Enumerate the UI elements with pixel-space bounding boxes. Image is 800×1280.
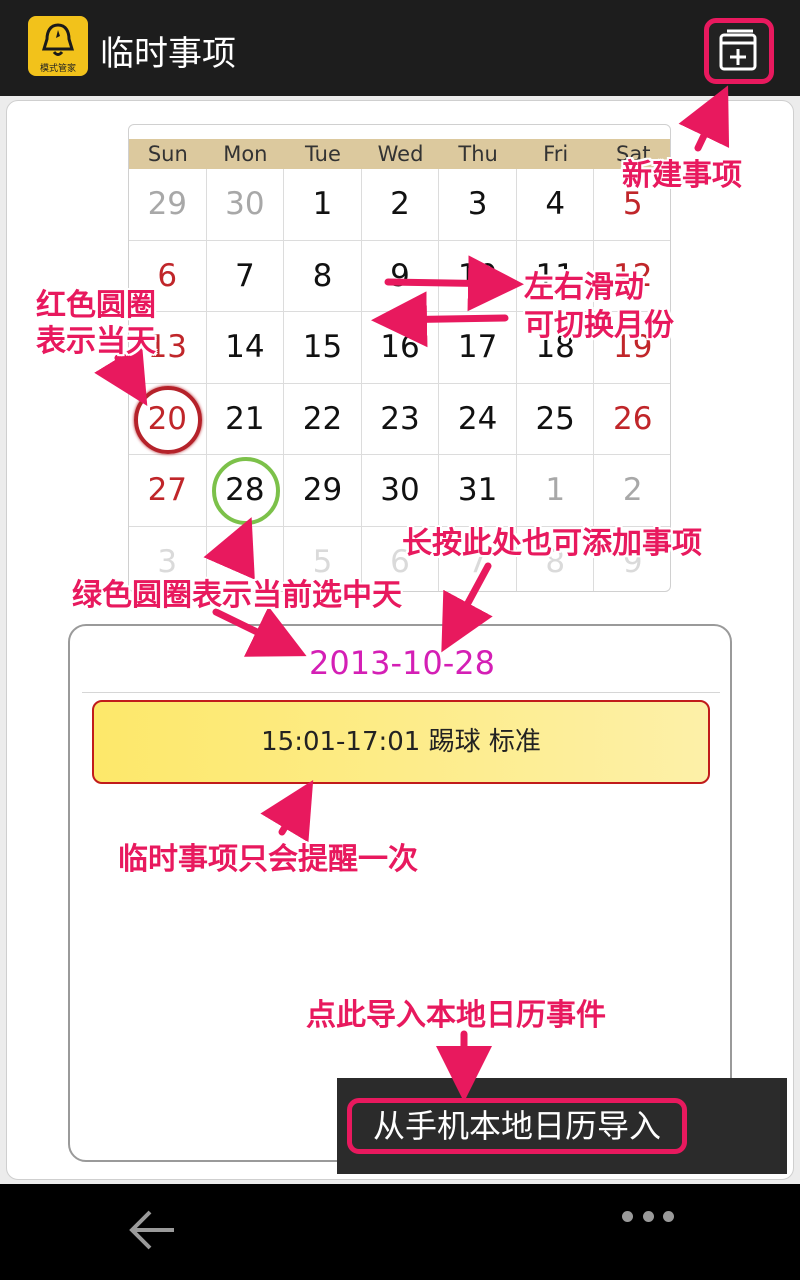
calendar-day[interactable]: 29 [129,169,207,241]
page-title: 临时事项 [100,34,236,74]
annotation-green-circle: 绿色圆圈表示当前选中天 [72,578,402,613]
calendar-day[interactable]: 25 [516,383,595,455]
calendar-day[interactable]: 16 [361,312,440,384]
calendar-day[interactable]: 26 [594,384,670,455]
today-ring [134,385,202,454]
bell-icon [41,23,75,56]
calendar-day[interactable]: 29 [284,455,362,527]
event-item[interactable]: 15:01-17:01 踢球 标准 [92,700,710,784]
calendar-day[interactable]: 10 [439,240,517,312]
calendar-day[interactable]: 30 [206,169,285,241]
calendar-day[interactable]: 1 [516,455,595,527]
import-calendar-button[interactable]: 从手机本地日历导入 [347,1098,687,1154]
dot [663,1210,674,1222]
weekday-tue: Tue [305,142,341,166]
selected-ring [211,457,280,525]
weekday-wed: Wed [377,142,424,166]
calendar-day[interactable]: 9 [361,240,440,312]
annotation-swipe-line2: 可切换月份 [524,308,674,343]
weekday-fri: Fri [543,142,569,166]
calendar-day[interactable]: 30 [361,455,440,527]
calendar-day[interactable]: 8 [284,240,362,312]
calendar-day[interactable]: 22 [284,383,362,455]
divider [82,692,720,693]
calendar-day[interactable]: 24 [439,383,517,455]
annotation-new-item: 新建事项 [622,158,742,193]
calendar-day[interactable]: 2 [361,169,440,241]
system-nav-bar [0,1184,800,1280]
calendar-day[interactable]: 17 [439,312,517,384]
annotation-import: 点此导入本地日历事件 [306,998,606,1033]
calendar-day[interactable]: 7 [206,240,285,312]
new-item-button[interactable] [704,18,774,84]
calendar-day[interactable]: 27 [129,455,207,527]
weekday-sun: Sun [147,142,188,166]
calendar-day[interactable]: 21 [206,383,285,455]
weekday-mon: Mon [223,142,268,166]
calendar-day-selected[interactable]: 28 [206,455,285,527]
calendar-week: 20 21 22 23 24 25 26 [129,383,670,455]
calendar-week: 29 30 1 2 3 4 5 [129,169,670,241]
calendar-day[interactable]: 15 [284,312,362,384]
app-logo-icon: 模式管家 [28,16,88,76]
app-logo-caption: 模式管家 [39,64,76,74]
action-bar: 模式管家 临时事项 [0,0,800,96]
calendar-day[interactable]: 14 [206,312,285,384]
more-dots-icon[interactable] [622,1204,674,1228]
calendar-day[interactable]: 1 [284,169,362,241]
calendar-day[interactable]: 2 [594,455,670,527]
import-bar: 从手机本地日历导入 [337,1078,787,1174]
annotation-red-circle-line2: 表示当天 [36,324,156,359]
calendar-day-today[interactable]: 20 [129,383,207,455]
add-event-icon [719,29,757,71]
weekday-thu: Thu [458,142,498,166]
calendar-day[interactable]: 4 [516,169,595,241]
dot [622,1210,633,1222]
calendar-day[interactable]: 23 [361,383,440,455]
annotation-once-only: 临时事项只会提醒一次 [118,842,418,877]
calendar-week: 27 28 29 30 31 1 2 [129,455,670,527]
back-arrow-icon[interactable] [126,1208,178,1252]
dot [642,1210,654,1222]
weekday-header: Sun Mon Tue Wed Thu Fri Sat [129,139,670,169]
selected-date: 2013-10-28 [309,644,495,682]
annotation-long-press: 长按此处也可添加事项 [402,526,702,561]
calendar-day[interactable]: 3 [439,169,517,241]
calendar-day[interactable]: 31 [439,455,517,527]
